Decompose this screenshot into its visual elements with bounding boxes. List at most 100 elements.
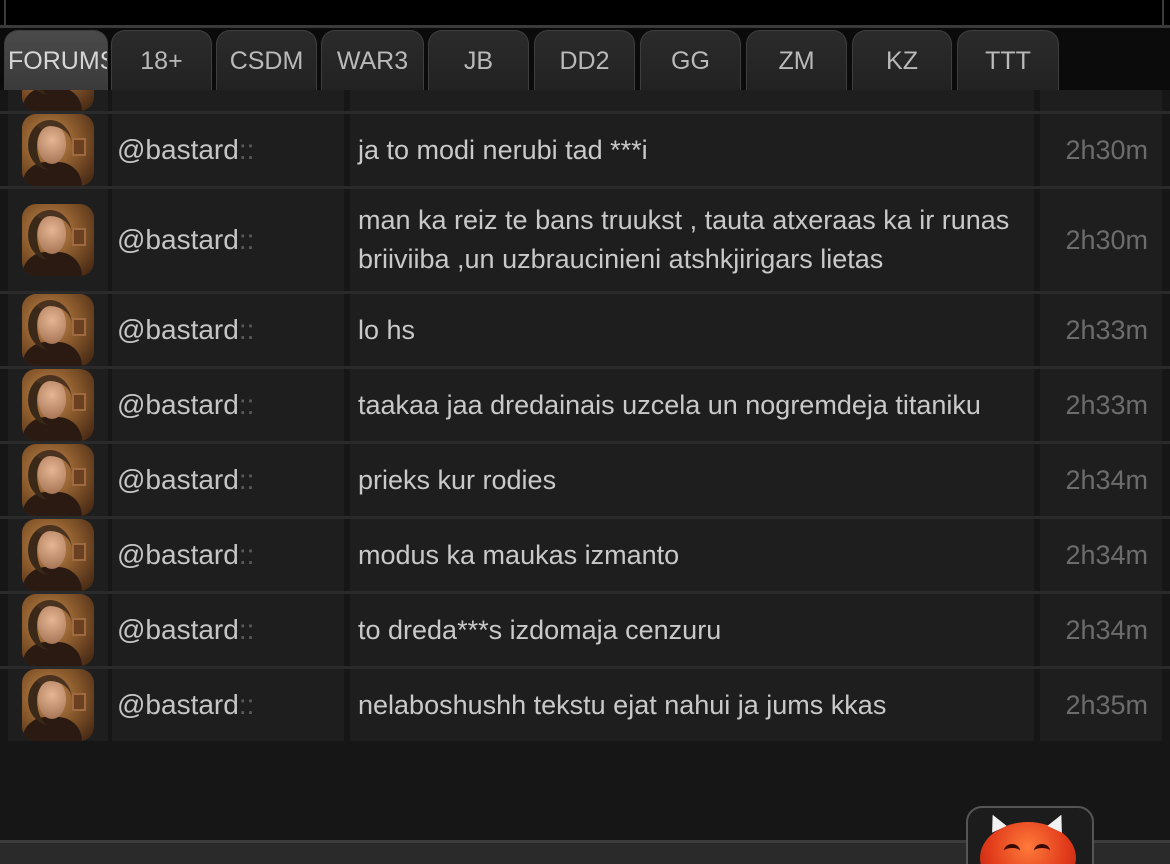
avatar-sign bbox=[72, 693, 86, 711]
avatar-cell bbox=[8, 519, 108, 591]
username-link[interactable]: @bastard bbox=[117, 689, 239, 721]
tab-csdm[interactable]: CSDM bbox=[216, 30, 317, 90]
top-bar-frame bbox=[4, 0, 1164, 25]
avatar-hair bbox=[28, 450, 72, 500]
username-cell: @bastard :: bbox=[112, 519, 344, 591]
user-avatar-icon[interactable] bbox=[22, 369, 94, 441]
avatar-sign bbox=[72, 228, 86, 246]
avatar-hair bbox=[28, 120, 72, 170]
username-separator: :: bbox=[238, 539, 255, 570]
username-cell: @bastard :: bbox=[112, 444, 344, 516]
username-separator: :: bbox=[238, 389, 255, 420]
avatar-hair bbox=[28, 525, 72, 575]
devil-eye-right bbox=[1034, 844, 1050, 858]
message-row: @bastard :: nelaboshushh tekstu ejat nahu… bbox=[0, 666, 1170, 741]
message-row: @bastard :: prieks kur rodies 2h34m bbox=[0, 441, 1170, 516]
message-row: @bastard :: man ka reiz te bans truukst ,… bbox=[0, 186, 1170, 291]
username-separator: :: bbox=[238, 614, 255, 645]
tab-kz[interactable]: KZ bbox=[852, 30, 952, 90]
username-cell: @bastard :: bbox=[112, 594, 344, 666]
avatar-hair bbox=[28, 375, 72, 425]
tab-zm[interactable]: ZM bbox=[746, 30, 847, 90]
tab-18[interactable]: 18+ bbox=[111, 30, 212, 90]
devil-icon bbox=[980, 811, 1076, 864]
message-text: l o h i bbox=[350, 90, 1034, 111]
message-list: @bastard ::l o h i2h30m@bastard ::ja to … bbox=[0, 90, 1170, 741]
top-bar bbox=[0, 0, 1170, 28]
username-cell: @bastard :: bbox=[112, 114, 344, 186]
message-time: 2h30m bbox=[1040, 114, 1162, 186]
username-link[interactable]: @bastard bbox=[117, 134, 239, 166]
username-cell: @bastard :: bbox=[112, 369, 344, 441]
message-text: to dreda***s izdomaja cenzuru bbox=[350, 594, 1034, 666]
message-time: 2h35m bbox=[1040, 669, 1162, 741]
avatar-cell bbox=[8, 90, 108, 111]
message-time: 2h33m bbox=[1040, 294, 1162, 366]
message-row: @bastard :: taakaa jaa dredainais uzcela … bbox=[0, 366, 1170, 441]
message-row: @bastard ::l o h i 2h30m bbox=[0, 90, 1170, 111]
username-link[interactable]: @bastard bbox=[117, 614, 239, 646]
avatar-cell bbox=[8, 114, 108, 186]
avatar-cell bbox=[8, 594, 108, 666]
username-separator: :: bbox=[239, 90, 255, 91]
avatar-sign bbox=[72, 138, 86, 156]
avatar-cell bbox=[8, 294, 108, 366]
user-avatar-icon[interactable] bbox=[22, 669, 94, 741]
tab-ttt[interactable]: TTT bbox=[957, 30, 1059, 90]
avatar-sign bbox=[72, 543, 86, 561]
username-link[interactable]: @bastard bbox=[117, 314, 239, 346]
user-avatar-icon[interactable] bbox=[22, 594, 94, 666]
username-link[interactable]: @bastard bbox=[117, 539, 239, 571]
username-separator: :: bbox=[238, 134, 255, 165]
tab-gg[interactable]: GG bbox=[640, 30, 741, 90]
username-link[interactable]: @bastard bbox=[117, 224, 239, 256]
avatar-cell bbox=[8, 444, 108, 516]
chat-page: FORUMS 18+ CSDM WAR3 JB DD2 GG ZM KZ TTT @bastard… bbox=[0, 0, 1170, 864]
user-avatar-icon[interactable] bbox=[22, 444, 94, 516]
message-time: 2h30m bbox=[1040, 90, 1162, 111]
devil-emoji-button[interactable] bbox=[966, 806, 1094, 864]
tab-jb[interactable]: JB bbox=[428, 30, 529, 90]
tab-forums[interactable]: FORUMS bbox=[4, 30, 108, 90]
devil-horn-left bbox=[985, 811, 1007, 833]
username-separator: :: bbox=[238, 224, 255, 255]
user-avatar-icon[interactable] bbox=[22, 294, 94, 366]
message-text: taakaa jaa dredainais uzcela un nogremde… bbox=[350, 369, 1034, 441]
username-cell: @bastard :: bbox=[112, 669, 344, 741]
username-cell: @bastard :: bbox=[112, 189, 344, 291]
user-avatar-icon[interactable] bbox=[22, 519, 94, 591]
tab-dd2[interactable]: DD2 bbox=[534, 30, 635, 90]
avatar-sign bbox=[72, 618, 86, 636]
avatar-hair bbox=[28, 675, 72, 725]
avatar-sign bbox=[72, 468, 86, 486]
avatar-sign bbox=[72, 393, 86, 411]
message-text: man ka reiz te bans truukst , tauta atxe… bbox=[350, 189, 1034, 291]
devil-horn-right bbox=[1047, 811, 1069, 833]
message-time: 2h34m bbox=[1040, 444, 1162, 516]
message-row: @bastard :: to dreda***s izdomaja cenzuru… bbox=[0, 591, 1170, 666]
message-text: modus ka maukas izmanto bbox=[350, 519, 1034, 591]
message-time: 2h34m bbox=[1040, 594, 1162, 666]
user-avatar-icon[interactable] bbox=[22, 204, 94, 276]
message-text: lo hs bbox=[350, 294, 1034, 366]
message-text: prieks kur rodies bbox=[350, 444, 1034, 516]
username-link[interactable]: @bastard bbox=[117, 464, 239, 496]
user-avatar-icon[interactable] bbox=[22, 114, 94, 186]
message-time: 2h33m bbox=[1040, 369, 1162, 441]
username-separator: :: bbox=[238, 464, 255, 495]
username-cell: @bastard :: bbox=[112, 294, 344, 366]
username-separator: :: bbox=[238, 689, 255, 720]
avatar-hair bbox=[28, 210, 72, 260]
message-time: 2h34m bbox=[1040, 519, 1162, 591]
message-text: nelaboshushh tekstu ejat nahui ja jums k… bbox=[350, 669, 1034, 741]
message-feed[interactable]: @bastard ::l o h i2h30m@bastard ::ja to … bbox=[0, 90, 1170, 840]
user-avatar-icon[interactable] bbox=[22, 90, 94, 111]
message-time: 2h30m bbox=[1040, 189, 1162, 291]
tab-war3[interactable]: WAR3 bbox=[321, 30, 424, 90]
username-link[interactable]: @bastard bbox=[117, 90, 239, 91]
avatar-hair bbox=[28, 300, 72, 350]
username-separator: :: bbox=[238, 314, 255, 345]
message-row: @bastard :: modus ka maukas izmanto 2h34m bbox=[0, 516, 1170, 591]
username-link[interactable]: @bastard bbox=[117, 389, 239, 421]
avatar-sign bbox=[72, 318, 86, 336]
